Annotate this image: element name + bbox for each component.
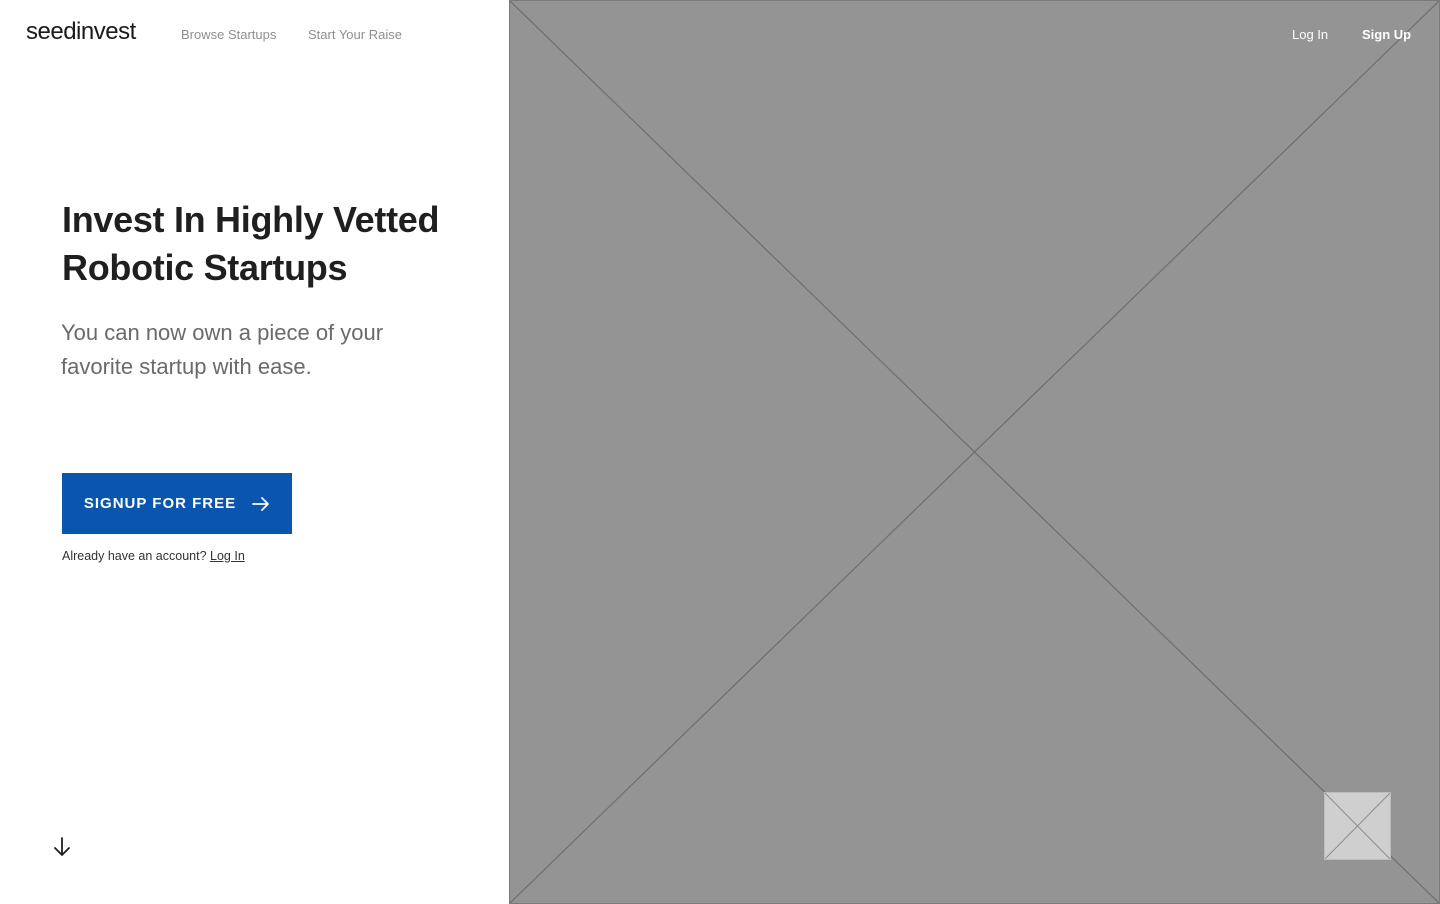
logo-text: seedinvest: [26, 18, 136, 45]
arrow-right-icon: [252, 496, 270, 511]
hero-subtitle: You can now own a piece of your favorite…: [61, 320, 384, 379]
header-signup-link[interactable]: Sign Up: [1362, 27, 1411, 43]
account-prompt-text: Already have an account?: [62, 549, 207, 563]
thumbnail-placeholder: [1324, 792, 1391, 860]
hero-title: Invest In Highly Vetted Robotic Startups: [62, 199, 440, 288]
account-login-link[interactable]: Log In: [210, 549, 245, 563]
header-login-link[interactable]: Log In: [1292, 27, 1328, 43]
hero-image-placeholder: [509, 0, 1440, 904]
image-placeholder-icon: [510, 1, 1439, 903]
left-pane: seedinvest Browse Startups Start Your Ra…: [0, 0, 510, 904]
arrow-down-icon[interactable]: [53, 837, 71, 857]
thumbnail-placeholder-icon: [1325, 793, 1390, 859]
seedinvest-logo[interactable]: seedinvest: [26, 16, 136, 46]
account-prompt-line: Already have an account? Log In: [62, 548, 245, 564]
signup-for-free-button[interactable]: SIGNUP FOR FREE: [62, 473, 292, 534]
nav-start-your-raise[interactable]: Start Your Raise: [308, 27, 402, 43]
nav-browse-startups[interactable]: Browse Startups: [181, 27, 276, 43]
signup-button-label: SIGNUP FOR FREE: [83, 495, 237, 512]
